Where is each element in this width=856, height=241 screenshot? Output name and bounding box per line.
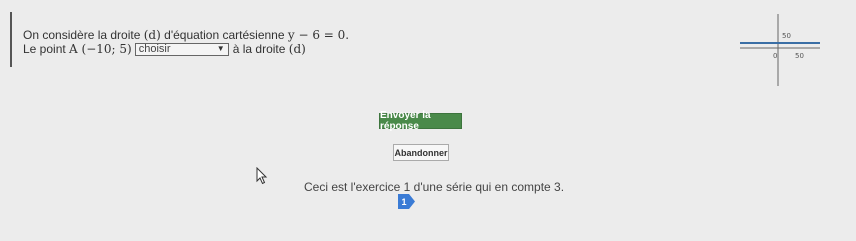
exercise-number: 1 (401, 196, 407, 207)
point-coordinates: A (−10; 5) (69, 42, 132, 56)
arrow-cursor-icon (256, 167, 268, 185)
left-margin-rule (10, 12, 12, 67)
equation: y − 6 = 0. (287, 28, 350, 42)
exercise-number-badge[interactable]: 1 (398, 194, 415, 209)
send-answer-button[interactable]: Envoyer la réponse (379, 110, 462, 132)
answer-select-value: choisir (138, 43, 171, 55)
answer-select[interactable]: choisir ▼ (134, 42, 229, 56)
question-line-2: Le point A (−10; 5) choisir ▼ à la droit… (23, 42, 306, 56)
question-text: d'équation cartésienne (164, 28, 285, 42)
abandon-button[interactable]: Abandonner (393, 144, 449, 161)
question-text: à la droite (232, 42, 286, 56)
line-name: (d) (143, 28, 161, 42)
line-name: (d) (288, 42, 306, 56)
y-tick-label: 50 (782, 32, 791, 40)
x-tick-label: 50 (795, 52, 804, 60)
question-line-1: On considère la droite (d) d'équation ca… (23, 28, 349, 42)
chevron-down-icon: ▼ (216, 44, 225, 53)
exercise-page: On considère la droite (d) d'équation ca… (0, 0, 856, 241)
origin-label: 0 (773, 52, 777, 60)
coordinate-graph: 50 0 50 (740, 14, 820, 86)
question-text: Le point (23, 42, 66, 56)
question-text: On considère la droite (23, 28, 141, 42)
series-info: Ceci est l'exercice 1 d'une série qui en… (304, 180, 565, 194)
